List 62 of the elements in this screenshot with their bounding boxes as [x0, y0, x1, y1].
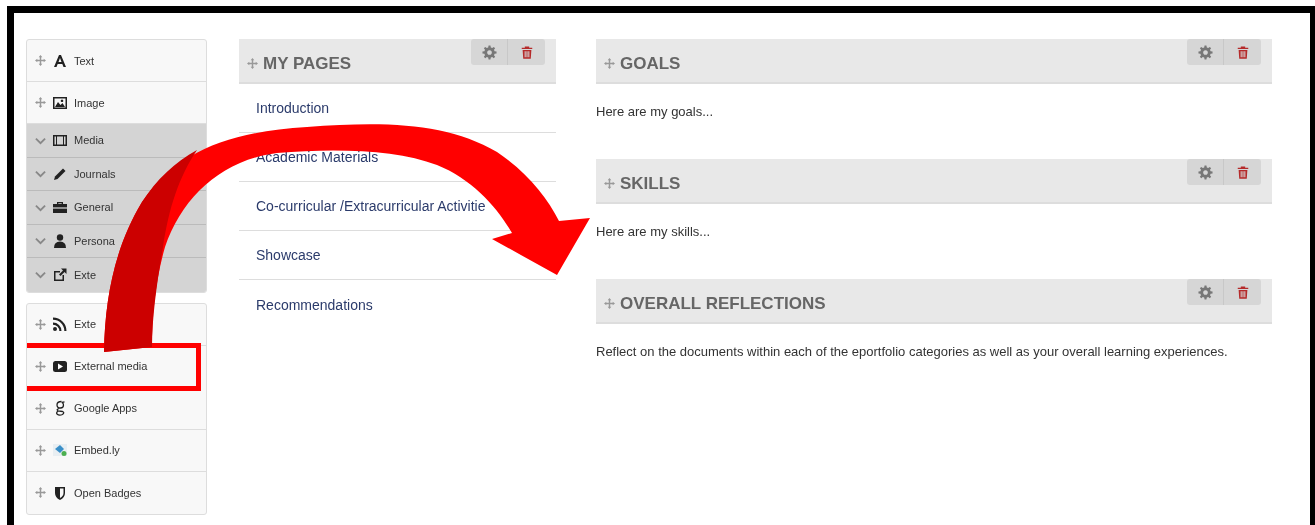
- trash-icon: [1235, 284, 1250, 300]
- move-icon[interactable]: [35, 318, 46, 330]
- item-label: Embed.ly: [74, 444, 120, 456]
- page-link[interactable]: Co-curricular /Extracurricular Activitie: [256, 198, 486, 214]
- item-label: Exte: [74, 318, 96, 330]
- item-label: Persona: [74, 234, 115, 247]
- item-label: Exte: [74, 268, 96, 281]
- shield-icon: [52, 484, 68, 501]
- move-icon[interactable]: [35, 360, 46, 372]
- page-link[interactable]: Showcase: [256, 247, 321, 263]
- gear-icon: [1197, 284, 1213, 300]
- item-label: Text: [74, 54, 95, 67]
- chevron-down-icon: [35, 168, 46, 180]
- block-item[interactable]: Embed.ly: [27, 429, 206, 472]
- trash-icon: [519, 44, 534, 60]
- gear-icon: [1197, 44, 1213, 60]
- block-title: OVERALL REFLECTIONS: [620, 293, 826, 314]
- block-title: GOALS: [620, 53, 681, 74]
- block-title: MY PAGES: [263, 53, 352, 74]
- trash-icon: [1235, 164, 1250, 180]
- gear-icon: [1197, 164, 1213, 180]
- move-icon[interactable]: [35, 487, 46, 498]
- move-icon[interactable]: [35, 402, 46, 414]
- block-item[interactable]: Google Apps: [27, 387, 206, 430]
- item-label: External media: [74, 360, 148, 372]
- item-label: Media: [74, 134, 104, 147]
- move-icon[interactable]: [35, 55, 46, 66]
- external-link-icon: [52, 266, 68, 283]
- move-icon[interactable]: [247, 58, 258, 69]
- person-icon: [52, 232, 68, 249]
- move-icon[interactable]: [35, 97, 46, 108]
- letter-icon: [52, 52, 68, 69]
- block-item[interactable]: Text: [27, 40, 206, 82]
- item-label: Image: [74, 96, 105, 109]
- item-label: Google Apps: [74, 402, 137, 414]
- block-text: Reflect on the documents within each of the eportfolio categories as well as your overall learning experiences.: [596, 344, 1229, 359]
- item-label: Journals: [74, 167, 116, 180]
- move-icon[interactable]: [604, 178, 615, 189]
- move-icon[interactable]: [35, 444, 46, 456]
- embed-icon: [52, 442, 68, 458]
- item-label: Open Badges: [74, 486, 142, 499]
- play-icon: [52, 358, 68, 374]
- gear-icon: [481, 44, 497, 60]
- trash-icon: [1235, 44, 1250, 60]
- chevron-down-icon: [35, 235, 46, 247]
- move-icon[interactable]: [604, 298, 615, 309]
- page-link[interactable]: Recommendations: [256, 296, 373, 313]
- category-item[interactable]: Media: [27, 124, 206, 158]
- page-link[interactable]: Academic Materials: [256, 149, 379, 165]
- block-text: Here are my skills...: [596, 224, 712, 239]
- page-link[interactable]: Introduction: [256, 100, 330, 116]
- rss-icon: [52, 316, 68, 332]
- block-item[interactable]: Open Badges: [27, 471, 206, 514]
- chevron-down-icon: [35, 269, 46, 281]
- block-text: Here are my goals...: [596, 104, 715, 119]
- block-item[interactable]: External media: [27, 345, 198, 388]
- item-label: General: [74, 201, 114, 214]
- image-icon: [52, 94, 68, 111]
- block-title: SKILLS: [620, 173, 681, 194]
- briefcase-icon: [52, 199, 68, 216]
- move-icon[interactable]: [604, 58, 615, 69]
- film-icon: [52, 132, 68, 149]
